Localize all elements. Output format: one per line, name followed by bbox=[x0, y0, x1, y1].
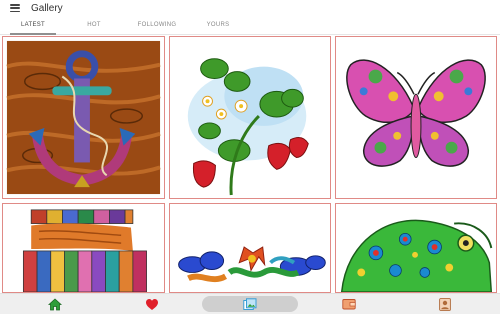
dragon-artwork bbox=[170, 204, 330, 292]
tab-yours[interactable]: YOURS bbox=[201, 16, 235, 34]
butterfly-artwork bbox=[336, 37, 496, 198]
menu-icon[interactable] bbox=[10, 4, 20, 12]
strawberry-artwork bbox=[170, 37, 330, 198]
page-title: Gallery bbox=[31, 2, 63, 14]
nav-wallet[interactable] bbox=[340, 297, 358, 311]
gallery-item-anchor[interactable] bbox=[2, 36, 165, 199]
tab-hot[interactable]: HOT bbox=[77, 16, 111, 34]
gallery-item-dragons[interactable] bbox=[169, 203, 331, 293]
app-bar: Gallery bbox=[0, 0, 500, 16]
girl-blanket-artwork bbox=[3, 204, 164, 292]
bottom-nav bbox=[0, 293, 500, 314]
gallery-item-chameleon[interactable] bbox=[335, 203, 497, 293]
wallet-icon bbox=[342, 299, 356, 310]
gallery-item-strawberry[interactable] bbox=[169, 36, 331, 199]
tab-following[interactable]: FOLLOWING bbox=[133, 16, 181, 34]
nav-profile[interactable] bbox=[436, 297, 454, 311]
tab-latest[interactable]: LATEST bbox=[10, 16, 56, 35]
home-icon bbox=[48, 297, 62, 310]
nav-favorites[interactable] bbox=[143, 297, 161, 311]
nav-home[interactable] bbox=[46, 297, 64, 311]
gallery-item-girl-blanket[interactable] bbox=[2, 203, 165, 293]
anchor-artwork bbox=[3, 37, 164, 198]
gallery-grid bbox=[0, 35, 500, 293]
nav-gallery[interactable] bbox=[241, 297, 259, 311]
gallery-item-butterfly[interactable] bbox=[335, 36, 497, 199]
chameleon-artwork bbox=[336, 204, 496, 292]
profile-icon bbox=[439, 297, 451, 311]
gallery-icon bbox=[243, 297, 257, 310]
tab-bar: LATEST HOT FOLLOWING YOURS bbox=[0, 16, 500, 35]
heart-icon bbox=[146, 298, 158, 310]
